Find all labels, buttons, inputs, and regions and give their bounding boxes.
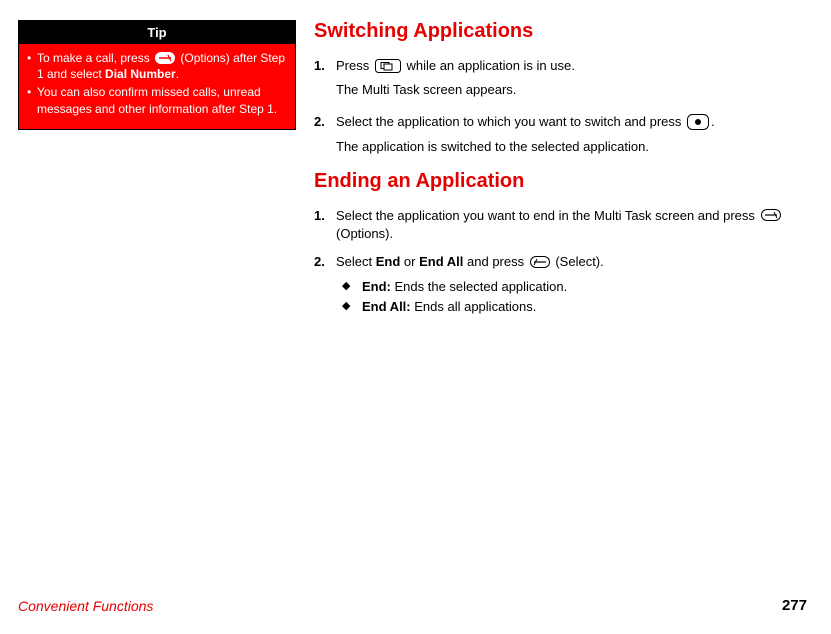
tip-body: To make a call, press (Options) after St… xyxy=(19,44,295,129)
multitask-key-icon xyxy=(375,59,401,73)
bullet-list: End: Ends the selected application. End … xyxy=(342,277,801,316)
tip-title: Tip xyxy=(19,21,295,44)
tip-box: Tip To make a call, press (Options) afte… xyxy=(18,20,296,130)
step-text: Press xyxy=(336,58,373,73)
list-item: End: Ends the selected application. xyxy=(342,277,801,297)
tip-item: You can also confirm missed calls, unrea… xyxy=(27,84,287,116)
step-sub: The application is switched to the selec… xyxy=(336,138,801,156)
softkey-icon xyxy=(761,209,781,221)
tip-bold: Dial Number xyxy=(105,67,176,81)
main-content: Switching Applications 1. Press while an… xyxy=(314,20,807,589)
tip-item: To make a call, press (Options) after St… xyxy=(27,50,287,82)
bullet-label: End: xyxy=(362,279,391,294)
page-footer: Convenient Functions 277 xyxy=(18,589,807,634)
sidebar: Tip To make a call, press (Options) afte… xyxy=(18,20,296,589)
step: 2. Select End or End All and press (Sele… xyxy=(314,253,801,271)
heading-ending: Ending an Application xyxy=(314,170,801,193)
heading-switching: Switching Applications xyxy=(314,20,801,43)
step-text: while an application is in use. xyxy=(403,58,575,73)
step-text: or xyxy=(400,254,419,269)
step: 2. Select the application to which you w… xyxy=(314,113,801,131)
step-text: Select the application to which you want… xyxy=(336,114,685,129)
step-number: 1. xyxy=(314,57,336,75)
tip-text: To make a call, press xyxy=(37,51,153,65)
page-number: 277 xyxy=(782,597,807,614)
tip-text: You can also confirm missed calls, unrea… xyxy=(37,85,277,115)
step-number: 2. xyxy=(314,113,336,131)
step-text: (Options). xyxy=(336,226,393,241)
step-text: Select xyxy=(336,254,376,269)
list-item: End All: Ends all applications. xyxy=(342,297,801,317)
step-text: Select the application you want to end i… xyxy=(336,208,759,223)
softkey-icon xyxy=(155,52,175,64)
center-key-icon xyxy=(687,114,709,130)
step-bold: End All xyxy=(419,254,463,269)
bullet-text: Ends all applications. xyxy=(411,299,537,314)
step: 1. Select the application you want to en… xyxy=(314,207,801,243)
step-text: and press xyxy=(463,254,527,269)
step-text: (Select). xyxy=(552,254,604,269)
bullet-label: End All: xyxy=(362,299,411,314)
step-number: 1. xyxy=(314,207,336,243)
softkey-icon xyxy=(530,256,550,268)
step-number: 2. xyxy=(314,253,336,271)
step-text: . xyxy=(711,114,715,129)
step-body: Select the application you want to end i… xyxy=(336,207,801,243)
step-bold: End xyxy=(376,254,401,269)
tip-text: . xyxy=(176,67,179,81)
step-body: Select the application to which you want… xyxy=(336,113,801,131)
step-body: Select End or End All and press (Select)… xyxy=(336,253,801,271)
step: 1. Press while an application is in use. xyxy=(314,57,801,75)
footer-section: Convenient Functions xyxy=(18,598,153,614)
step-sub: The Multi Task screen appears. xyxy=(336,81,801,99)
bullet-text: Ends the selected application. xyxy=(391,279,567,294)
step-body: Press while an application is in use. xyxy=(336,57,801,75)
